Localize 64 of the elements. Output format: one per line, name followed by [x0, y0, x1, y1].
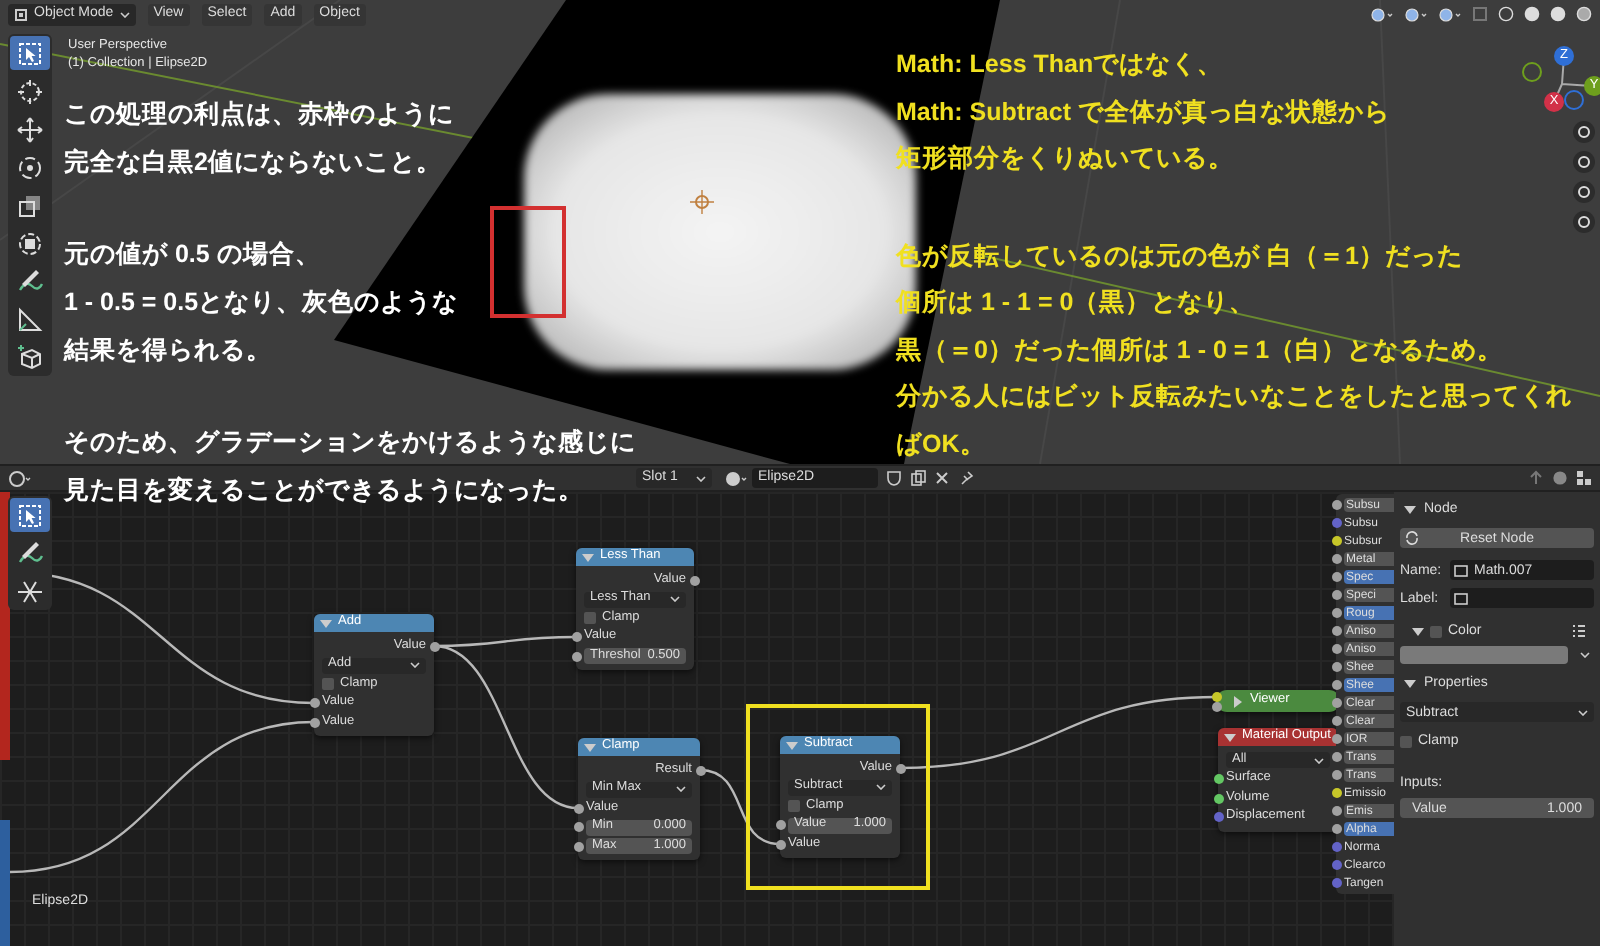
- copy-icon: [910, 470, 926, 486]
- ruler-icon: [16, 305, 44, 333]
- caret-icon: [119, 11, 130, 17]
- dropdown-button[interactable]: [1574, 646, 1594, 664]
- annotation-text: ばOK。: [896, 427, 986, 461]
- object-mode-icon: [14, 7, 28, 21]
- node-icon: [1454, 591, 1468, 605]
- annotation-text: 分かる人にはビット反転みたいなことをしたと思ってくれ: [896, 380, 1572, 414]
- node-edge: [0, 820, 10, 946]
- wireframe-icon: [1498, 6, 1514, 22]
- select-box-icon: [16, 501, 44, 529]
- checkbox[interactable]: [1400, 735, 1412, 747]
- xray-icon: [1472, 6, 1488, 22]
- color-swatch[interactable]: [1400, 646, 1568, 664]
- annotation-text: この処理の利点は、赤枠のように: [64, 98, 454, 132]
- node-icon: [1454, 563, 1468, 577]
- highlight-frame: [490, 206, 566, 318]
- pen-icon: [16, 539, 44, 567]
- caret-icon: [696, 475, 706, 481]
- cut-icon: [16, 577, 44, 605]
- scale-icon: [16, 191, 44, 219]
- select-box-icon: [16, 39, 44, 67]
- pin-icon: [958, 470, 974, 486]
- annotation-text: Math: Less Thanではなく、: [896, 48, 1224, 82]
- refresh-icon: [1404, 530, 1420, 546]
- rotate-icon: [16, 153, 44, 181]
- checkbox[interactable]: [788, 800, 800, 812]
- annotation-text: 完全な白黒2値にならないこと。: [64, 146, 442, 180]
- annotation-text: 黒（＝0）だった個所は 1 - 0 = 1（白）となるため。: [896, 333, 1504, 367]
- caret-icon: [1314, 757, 1324, 763]
- checkbox[interactable]: [584, 612, 596, 624]
- sphere-icon: [1552, 470, 1568, 486]
- cube-icon: [16, 343, 44, 371]
- caret-icon: [676, 786, 686, 792]
- caret-icon: [876, 784, 886, 790]
- annotation-text: Math: Subtract で全体が真っ白な状態から: [896, 95, 1390, 129]
- up-arrow-icon: [1528, 470, 1544, 486]
- caret-icon: [410, 662, 420, 668]
- caret-icon: [1579, 652, 1589, 658]
- solid-icon: [1524, 6, 1540, 22]
- tool-button[interactable]: [10, 36, 50, 70]
- sphere-icon: [724, 469, 748, 487]
- rendered-icon: [1576, 6, 1592, 22]
- caret-icon: [670, 596, 680, 602]
- transform-icon: [16, 229, 44, 257]
- tool-button[interactable]: [10, 498, 50, 532]
- annotation-text: 結果を得られる。: [64, 334, 272, 368]
- close-icon: [934, 470, 950, 486]
- material-icon: [1550, 6, 1566, 22]
- cursor-icon: [16, 77, 44, 105]
- caret-icon: [1578, 709, 1588, 715]
- checkbox[interactable]: [1430, 625, 1442, 637]
- annotation-text: そのため、グラデーションをかけるような感じに: [64, 426, 636, 460]
- checkbox[interactable]: [322, 678, 334, 690]
- annotation-text: 1 - 0.5 = 0.5となり、灰色のような: [64, 286, 459, 320]
- annotation-text: 元の値が 0.5 の場合、: [64, 238, 321, 272]
- editor-type-icon: [8, 469, 32, 487]
- list-icon: [1572, 624, 1586, 638]
- move-icon: [16, 115, 44, 143]
- label-field[interactable]: [1450, 588, 1594, 608]
- annotation-text: 見た目を変えることができるようになった。: [64, 474, 584, 508]
- shield-icon: [886, 470, 902, 486]
- pen-icon: [16, 267, 44, 295]
- origin-icon: [689, 189, 715, 215]
